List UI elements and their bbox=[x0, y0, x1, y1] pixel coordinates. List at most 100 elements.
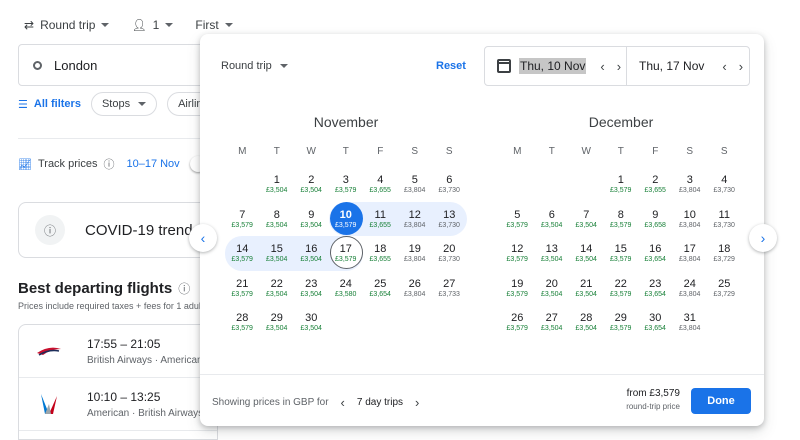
flight-airlines: American · British Airways bbox=[87, 407, 204, 419]
day-cell[interactable]: 21 £3,579 bbox=[225, 271, 260, 306]
day-cell[interactable]: 12 £3,579 bbox=[500, 236, 535, 271]
day-cell[interactable]: 4 £3,730 bbox=[707, 167, 742, 202]
day-cell[interactable]: 4 £3,655 bbox=[363, 167, 398, 202]
day-cell[interactable]: 30 £3,654 bbox=[638, 305, 673, 340]
all-filters-button[interactable]: ☰ All filters bbox=[18, 98, 81, 111]
day-cell[interactable]: 11 £3,655 bbox=[363, 201, 398, 236]
origin-field[interactable]: London bbox=[18, 44, 218, 86]
day-cell[interactable]: 26 £3,579 bbox=[500, 305, 535, 340]
return-date-field[interactable]: Thu, 17 Nov ‹ › bbox=[627, 47, 743, 85]
day-cell[interactable]: 1 £3,504 bbox=[260, 167, 295, 202]
day-price: £3,579 bbox=[610, 256, 632, 263]
day-price: £3,655 bbox=[644, 187, 666, 194]
day-cell[interactable]: 14 £3,504 bbox=[569, 236, 604, 271]
day-cell[interactable]: 3 £3,804 bbox=[673, 167, 708, 202]
day-cell[interactable]: 25 £3,729 bbox=[707, 271, 742, 306]
best-flights-title: Best departing flights bbox=[18, 280, 173, 297]
day-number: 29 bbox=[270, 312, 283, 324]
previous-month-button[interactable]: ‹ bbox=[189, 224, 217, 252]
day-cell[interactable]: 31 £3,804 bbox=[673, 305, 708, 340]
trip-type-select[interactable]: ⇄ Round trip bbox=[24, 18, 110, 32]
day-cell[interactable]: 5 £3,579 bbox=[500, 202, 535, 237]
day-cell[interactable]: 18 £3,729 bbox=[707, 236, 742, 271]
day-number: 12 bbox=[511, 243, 524, 255]
day-cell[interactable]: 23 £3,654 bbox=[638, 271, 673, 306]
american-airlines-logo-icon bbox=[35, 392, 63, 416]
day-cell[interactable]: 16 £3,654 bbox=[638, 236, 673, 271]
day-cell[interactable]: 5 £3,804 bbox=[398, 167, 433, 202]
day-cell[interactable]: 23 £3,504 bbox=[294, 271, 329, 306]
day-cell[interactable]: 8 £3,579 bbox=[604, 202, 639, 237]
origin-value: London bbox=[54, 57, 98, 73]
day-cell[interactable]: 7 £3,504 bbox=[569, 202, 604, 237]
day-cell[interactable]: 28 £3,504 bbox=[569, 305, 604, 340]
day-cell[interactable]: 9 £3,658 bbox=[638, 202, 673, 237]
reset-button[interactable]: Reset bbox=[436, 60, 466, 72]
day-cell[interactable]: 18 £3,655 bbox=[363, 236, 398, 271]
day-cell[interactable]: 22 £3,504 bbox=[260, 271, 295, 306]
day-cell[interactable]: 22 £3,579 bbox=[604, 271, 639, 306]
day-cell[interactable]: 30 £3,504 bbox=[294, 305, 329, 340]
day-cell[interactable]: 17 £3,804 bbox=[673, 236, 708, 271]
chevron-left-icon[interactable]: ‹ bbox=[341, 395, 345, 410]
day-cell[interactable]: 7 £3,579 bbox=[225, 202, 260, 237]
day-cell[interactable]: 24 £3,804 bbox=[673, 271, 708, 306]
departure-date-field[interactable]: Thu, 10 Nov ‹ › bbox=[485, 47, 627, 85]
done-button[interactable]: Done bbox=[691, 388, 751, 414]
chevron-right-icon[interactable]: › bbox=[617, 59, 621, 74]
day-cell[interactable]: 11 £3,730 bbox=[707, 202, 742, 237]
info-icon[interactable]: ⓘ bbox=[178, 280, 190, 297]
flight-row[interactable]: 10:10 – 13:25 American · British Airways bbox=[19, 378, 217, 431]
day-cell[interactable]: 17 £3,579 bbox=[328, 236, 363, 271]
day-cell[interactable]: 10 £3,804 bbox=[673, 202, 708, 237]
trip-length-control: Showing prices in GBP for ‹ 7 day trips … bbox=[212, 395, 419, 410]
stops-filter-chip[interactable]: Stops bbox=[90, 92, 158, 116]
chevron-left-icon[interactable]: ‹ bbox=[600, 59, 604, 74]
info-icon[interactable]: ⓘ bbox=[103, 156, 114, 172]
day-cell[interactable]: 15 £3,504 bbox=[259, 236, 294, 271]
day-cell[interactable]: 13 £3,730 bbox=[432, 201, 467, 236]
day-cell[interactable]: 2 £3,504 bbox=[294, 167, 329, 202]
day-cell[interactable]: 8 £3,504 bbox=[260, 202, 295, 237]
day-cell[interactable]: 13 £3,504 bbox=[535, 236, 570, 271]
dialog-trip-type-select[interactable]: Round trip bbox=[221, 60, 288, 72]
day-cell[interactable]: 2 £3,655 bbox=[638, 167, 673, 202]
day-cell[interactable]: 15 £3,579 bbox=[604, 236, 639, 271]
month-november: November M T W T F S S 1 £3,504 2 £3,504 3 £3… bbox=[225, 114, 467, 340]
day-cell[interactable]: 21 £3,504 bbox=[569, 271, 604, 306]
chevron-left-icon[interactable]: ‹ bbox=[722, 59, 726, 74]
covid-card[interactable]: ⓘ COVID-19 trends bbox=[18, 202, 218, 258]
chevron-right-icon[interactable]: › bbox=[415, 395, 419, 410]
day-cell[interactable]: 12 £3,804 bbox=[397, 201, 432, 236]
day-cell[interactable]: 27 £3,733 bbox=[432, 271, 467, 306]
day-cell[interactable]: 10 £3,579 bbox=[328, 201, 363, 236]
day-cell[interactable]: 6 £3,504 bbox=[535, 202, 570, 237]
info-icon: ⓘ bbox=[35, 215, 65, 245]
day-cell[interactable]: 3 £3,579 bbox=[329, 167, 364, 202]
day-cell[interactable]: 14 £3,579 bbox=[225, 236, 260, 271]
next-month-button[interactable]: › bbox=[749, 224, 777, 252]
day-cell[interactable]: 1 £3,579 bbox=[604, 167, 639, 202]
chevron-down-icon bbox=[138, 102, 147, 106]
day-cell[interactable]: 28 £3,579 bbox=[225, 305, 260, 340]
day-cell[interactable]: 19 £3,804 bbox=[398, 236, 433, 271]
day-cell[interactable]: 29 £3,504 bbox=[260, 305, 295, 340]
day-cell[interactable]: 19 £3,579 bbox=[500, 271, 535, 306]
day-cell[interactable]: 20 £3,504 bbox=[535, 271, 570, 306]
flight-row[interactable]: 17:55 – 21:05 British Airways · American… bbox=[19, 325, 217, 378]
day-number: 23 bbox=[649, 277, 662, 290]
day-cell[interactable]: 25 £3,654 bbox=[363, 271, 398, 306]
day-cell[interactable]: 24 £3,580 bbox=[329, 271, 364, 306]
passengers-select[interactable]: 👤︎ 1 bbox=[131, 18, 174, 32]
day-cell[interactable]: 16 £3,504 bbox=[294, 236, 329, 271]
cabin-select[interactable]: First bbox=[195, 18, 233, 32]
day-cell[interactable]: 29 £3,579 bbox=[604, 305, 639, 340]
day-cell[interactable]: 20 £3,730 bbox=[432, 236, 467, 271]
chevron-right-icon[interactable]: › bbox=[739, 59, 743, 74]
day-cell[interactable]: 26 £3,804 bbox=[398, 271, 433, 306]
day-number: 17 bbox=[683, 243, 696, 255]
day-cell[interactable]: 9 £3,504 bbox=[294, 202, 329, 237]
day-cell[interactable]: 6 £3,730 bbox=[432, 167, 467, 202]
day-cell[interactable]: 27 £3,504 bbox=[535, 305, 570, 340]
day-price: £3,655 bbox=[369, 256, 391, 263]
